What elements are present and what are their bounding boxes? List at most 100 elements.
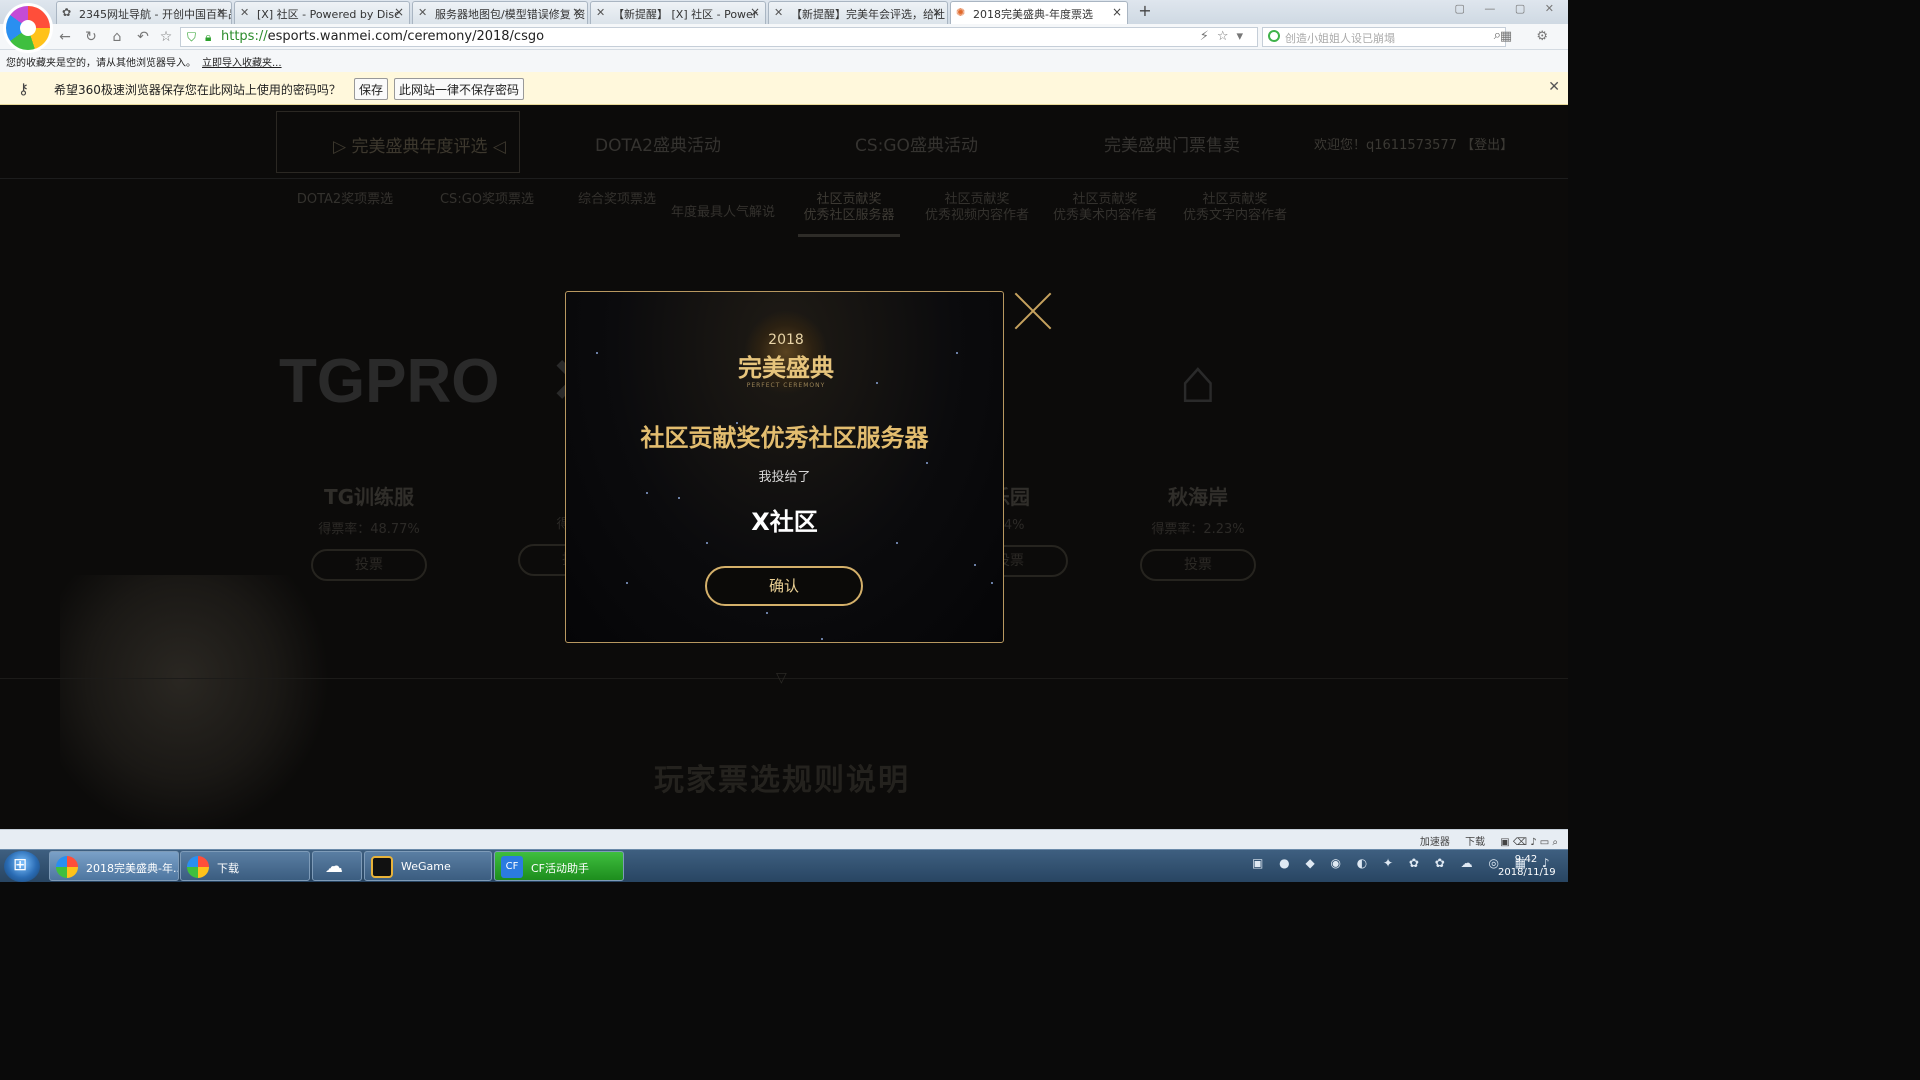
tab-label: CS:GO奖项票选 [439, 192, 534, 207]
address-actions[interactable]: ⚡☆▾ [1200, 29, 1251, 44]
navigation-site-icon: ✿ [62, 6, 72, 19]
start-button[interactable] [4, 851, 40, 882]
browser-tab[interactable]: ✕ [X] 社区 - Powered by Disc × [234, 1, 410, 24]
house-icon: ⌂ [1179, 347, 1217, 416]
password-message: 希望360极速浏览器保存您在此网站上使用的密码吗？ [54, 83, 341, 97]
favorites-bar: 您的收藏夹是空的，请从其他浏览器导入。 立即导入收藏夹... [0, 50, 1568, 72]
browser-tab-active[interactable]: ✺ 2018完美盛典-年度票选 × [950, 1, 1128, 24]
taskbar-clock[interactable]: 9:42 2018/11/19 [1498, 853, 1556, 879]
tab-close-icon[interactable]: × [932, 5, 942, 19]
download-button[interactable]: 下载 [1465, 837, 1485, 848]
tab-label: 社区贡献奖 [816, 192, 882, 207]
emblem-tagline: PERFECT CEREMONY [746, 382, 826, 389]
nav-ticket-sales[interactable]: 完美盛典门票售卖 [1104, 131, 1240, 156]
tab-label: 社区贡献奖 [1072, 192, 1138, 207]
search-engine-icon [1268, 30, 1280, 42]
nav-annual-selection[interactable]: ▷ 完美盛典年度评选 ◁ [276, 111, 520, 173]
tab-label: 年度最具人气解说 [670, 205, 775, 220]
save-password-button[interactable]: 保存 [354, 78, 389, 100]
taskbar-item[interactable]: WeGame [364, 851, 492, 881]
window-controls[interactable]: ▢ — ▢ ✕ [1455, 2, 1563, 15]
address-bar[interactable]: ⛉ 🔒︎ https://esports.wanmei.com/ceremony… [180, 27, 1258, 47]
candidate-rate: 得票率：2.23% [1151, 522, 1245, 537]
confirm-button[interactable]: 确认 [705, 566, 863, 606]
taskbar-item[interactable]: CF CF活动助手 [494, 851, 624, 881]
import-favorites-link[interactable]: 立即导入收藏夹... [202, 58, 282, 69]
tab-close-icon[interactable]: × [216, 5, 226, 19]
tab-close-icon[interactable]: × [572, 5, 582, 19]
lock-icon: 🔒︎ [205, 30, 212, 44]
accelerator-button[interactable]: 加速器 [1420, 837, 1450, 848]
browser-tab[interactable]: ✕ 【新提醒】完美年会评选，给社 × [768, 1, 948, 24]
tab-label: 【新提醒】 [X] 社区 - Power [613, 8, 758, 21]
tab-close-icon[interactable]: × [394, 5, 404, 19]
taskbar-item[interactable]: ☁ [312, 851, 362, 881]
tab-label: 社区贡献奖 [944, 192, 1010, 207]
tab-label: DOTA2奖项票选 [296, 192, 394, 207]
taskbar-item[interactable]: 2018完美盛典-年... [49, 851, 179, 881]
tab-community-server[interactable]: 社区贡献奖 优秀社区服务器 [798, 192, 900, 237]
browser-tab[interactable]: ✕ 【新提醒】 [X] 社区 - Power × [590, 1, 766, 24]
tab-close-icon[interactable]: × [1112, 5, 1122, 19]
vote-confirmation-modal: 2018 完美盛典 PERFECT CEREMONY 社区贡献奖优秀社区服务器 … [565, 291, 1004, 643]
search-box[interactable]: 创造小姐姐人设已崩塌 ⌕ [1262, 27, 1506, 47]
welcome-user[interactable]: 欢迎您！q1611573577 【登出】 [1314, 134, 1513, 153]
undo-icon[interactable]: ↶ [134, 28, 152, 46]
windows-taskbar: 2018完美盛典-年... 下载 ☁ WeGame CF CF活动助手 ▣ ● … [0, 849, 1568, 882]
tab-label: 优秀社区服务器 [803, 208, 895, 223]
emblem-name: 完美盛典 [738, 354, 834, 382]
tab-csgo-awards[interactable]: CS:GO奖项票选 [424, 192, 550, 208]
nav-csgo-activity[interactable]: CS:GO盛典活动 [855, 131, 978, 156]
browser-tab[interactable]: ✿ 2345网址导航 - 开创中国百年品 × [56, 1, 232, 24]
never-save-password-button[interactable]: 此网站一律不保存密码 [394, 78, 525, 100]
new-tab-button[interactable]: + [1133, 2, 1157, 22]
browser-status-bar: 加速器 下载 ▣ ⌫ ♪ ▭ ⌕ [0, 829, 1568, 849]
url-text[interactable]: https://esports.wanmei.com/ceremony/2018… [221, 29, 544, 44]
tab-label: [X] 社区 - Powered by Disc [257, 8, 401, 21]
cloud-icon: ☁ [325, 856, 343, 877]
candidate-name: 秋海岸 [1168, 485, 1228, 509]
chevron-down-icon[interactable]: ▽ [776, 670, 787, 686]
browser-logo-icon[interactable] [6, 6, 50, 50]
emblem-year: 2018 [768, 332, 804, 348]
nav-label: 完美盛典年度评选 [351, 137, 488, 157]
tab-dota2-awards[interactable]: DOTA2奖项票选 [282, 192, 408, 208]
favorite-star-icon[interactable]: ☆ [157, 28, 175, 46]
refresh-icon[interactable]: ↻ [82, 28, 100, 46]
tab-label: 服务器地图包/模型错误修复 资 [435, 8, 586, 21]
browser-360-icon [56, 856, 78, 878]
tab-close-icon[interactable]: × [750, 5, 760, 19]
x-community-icon: ✕ [418, 6, 428, 19]
home-icon[interactable]: ⌂ [108, 28, 126, 46]
toolbar-extensions[interactable]: ▦ ⚙ [1500, 29, 1558, 44]
tab-popular-commentator[interactable]: 年度最具人气解说 [660, 205, 786, 221]
cf-helper-icon: CF [501, 856, 523, 878]
tab-community-art[interactable]: 社区贡献奖 优秀美术内容作者 [1046, 192, 1164, 224]
colorful-logo-icon: ✺ [956, 6, 966, 19]
clock-time: 9:42 [1514, 854, 1538, 865]
tab-label: 优秀视频内容作者 [924, 208, 1029, 223]
browser-tab[interactable]: ✕ 服务器地图包/模型错误修复 资 × [412, 1, 588, 24]
nav-dota2-activity[interactable]: DOTA2盛典活动 [595, 131, 721, 156]
status-tools-icons[interactable]: ▣ ⌫ ♪ ▭ ⌕ [1500, 837, 1558, 848]
close-icon[interactable]: ✕ [1548, 79, 1560, 95]
password-save-bar: ⚷ 希望360极速浏览器保存您在此网站上使用的密码吗？ 保存 此网站一律不保存密… [0, 72, 1568, 105]
clock-date: 2018/11/19 [1498, 867, 1556, 878]
candidate-card: ⌂ 秋海岸 得票率：2.23% 投票 [1108, 327, 1288, 581]
candidate-name: TG训练服 [323, 485, 415, 509]
taskbar-item[interactable]: 下载 [180, 851, 310, 881]
key-icon: ⚷ [18, 80, 29, 98]
browser-toolbar: ← ↻ ⌂ ↶ ☆ ⛉ 🔒︎ https://esports.wanmei.co… [0, 24, 1568, 50]
tab-label: 优秀美术内容作者 [1052, 208, 1157, 223]
modal-title: 社区贡献奖优秀社区服务器 [640, 424, 929, 452]
back-icon[interactable]: ← [56, 28, 74, 46]
tab-community-video[interactable]: 社区贡献奖 优秀视频内容作者 [918, 192, 1036, 224]
tab-label: 社区贡献奖 [1202, 192, 1268, 207]
x-community-icon: ✕ [240, 6, 250, 19]
tab-community-text[interactable]: 社区贡献奖 优秀文字内容作者 [1176, 192, 1294, 224]
vote-button[interactable]: 投票 [1140, 549, 1256, 581]
tab-label: 2345网址导航 - 开创中国百年品 [79, 8, 232, 21]
modal-close-icon[interactable] [1012, 290, 1054, 332]
taskbar-label: 下载 [217, 862, 239, 875]
candidate-rate: 得票率：48.77% [318, 522, 420, 537]
